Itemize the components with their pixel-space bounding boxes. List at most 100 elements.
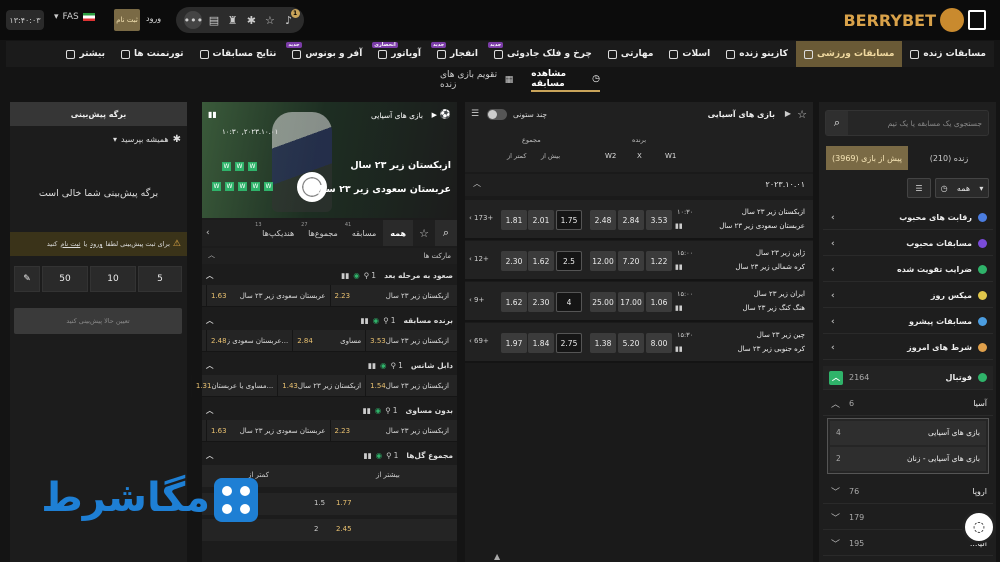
outcome-button[interactable]: عربستان سعودی زیر ۲۳ سال 1.63 bbox=[206, 419, 330, 442]
outcome-button[interactable]: ازبکستان زیر ۲۳ سال 1.54 bbox=[365, 374, 453, 397]
more-markets[interactable]: ‹ 12+ bbox=[469, 255, 489, 263]
odd-w1[interactable]: 1.22 bbox=[646, 251, 672, 271]
tab-live[interactable]: زنده (210) bbox=[908, 146, 990, 170]
sidebar-item[interactable]: شرط های امروز ‹ bbox=[823, 336, 993, 360]
odd-x[interactable]: 5.20 bbox=[618, 333, 644, 353]
outcome-button[interactable]: ازبکستان زیر ۲۳ سال 3.53 bbox=[365, 329, 453, 352]
gift-icon[interactable] bbox=[968, 10, 986, 30]
login-button[interactable]: ورود bbox=[146, 14, 161, 23]
chevron-up-icon[interactable]: ︿ bbox=[208, 250, 215, 260]
outcome-button[interactable]: عربستان سعودی ز... 2.48 bbox=[206, 329, 292, 352]
star-icon[interactable]: ☆ bbox=[413, 227, 435, 240]
more-icon[interactable]: ••• bbox=[184, 11, 203, 29]
market-tab[interactable]: هندیکپ‌ها 13 bbox=[255, 220, 301, 246]
region-item[interactable]: اروپا 76 ﹀ bbox=[823, 480, 993, 504]
nav-item-3[interactable]: اسلات bbox=[661, 41, 718, 67]
chevron-left-icon[interactable]: ‹ bbox=[202, 228, 210, 238]
nav-item-5[interactable]: چرخ و فلک جادوئی جدید bbox=[486, 41, 600, 67]
bell-icon[interactable]: ♪ 1 bbox=[282, 9, 300, 27]
nav-item-4[interactable]: مهارتی bbox=[600, 41, 662, 67]
more-markets[interactable]: ‹ 69+ bbox=[469, 337, 489, 345]
stake-5[interactable]: 5 bbox=[138, 266, 182, 292]
outcome-button[interactable]: ازبکستان زیر ۲۳ سال 1.43 bbox=[277, 374, 365, 397]
collapse-icon[interactable]: ☰ bbox=[471, 109, 479, 119]
multi-column-toggle[interactable] bbox=[487, 109, 507, 120]
search-input[interactable]: جستجوی یک مسابقه یا یک تیم bbox=[888, 119, 982, 128]
tab-watch-match[interactable]: مشاهده مسابقه ◷ bbox=[531, 68, 600, 92]
odd-w2[interactable]: 1.38 bbox=[590, 333, 616, 353]
tab-live-calendar[interactable]: تقویم بازی های زنده ▦ bbox=[440, 68, 513, 92]
odd-w1[interactable]: 1.06 bbox=[646, 292, 672, 312]
star-icon[interactable]: ☆ bbox=[797, 108, 807, 121]
outcome-button[interactable]: عربستان سعودی زیر ۲۳ سال 1.63 bbox=[206, 284, 330, 307]
odd-under[interactable]: 1.97 bbox=[501, 333, 527, 353]
outcome-button[interactable]: ازبکستان زیر ۲۳ سال 2.23 bbox=[329, 419, 454, 442]
match-row[interactable]: چین زیر ۲۳ سال کره جنوبی زیر ۲۳ سال ۱۵:۳۰ ▮… bbox=[465, 323, 813, 363]
sidebar-item[interactable]: رقابت های محبوب ‹ bbox=[823, 206, 993, 230]
outcome-button[interactable]: ازبکستان زیر ۲۳ سال 2.23 bbox=[329, 284, 454, 307]
stake-50[interactable]: 50 bbox=[42, 266, 88, 292]
scroll-up-icon[interactable]: ▲ bbox=[494, 552, 500, 561]
gear-icon[interactable]: ✱ bbox=[244, 13, 258, 27]
accept-odds-select[interactable]: ▾ همیشه بپرسید ✱ bbox=[113, 134, 181, 145]
odd-over[interactable]: 2.30 bbox=[528, 292, 554, 312]
sidebar-item[interactable]: میکس روز ‹ bbox=[823, 284, 993, 308]
odd-w1[interactable]: 8.00 bbox=[646, 333, 672, 353]
filter-all-select[interactable]: ◷ همه ▾ bbox=[935, 178, 989, 198]
market-tab[interactable]: همه bbox=[383, 220, 413, 246]
odd-x[interactable]: 7.20 bbox=[618, 251, 644, 271]
nav-item-9[interactable]: نتایج مسابقات bbox=[192, 41, 285, 67]
odd-under[interactable]: 1.81 bbox=[501, 210, 527, 230]
notice-signup-link[interactable]: ثبت نام bbox=[60, 240, 80, 248]
odd-w2[interactable]: 2.48 bbox=[590, 210, 616, 230]
stats-icon[interactable]: ▮▮ bbox=[208, 110, 217, 119]
sidebar-item[interactable]: ضرایب تقویت شده ‹ bbox=[823, 258, 993, 282]
market-group-header[interactable]: بدون مساوی 1 ⚲ ◉ ▮▮ ︿ bbox=[202, 401, 457, 419]
edit-stake-button[interactable]: ✎ bbox=[14, 266, 40, 292]
odd-w2[interactable]: 25.00 bbox=[590, 292, 616, 312]
nav-item-2[interactable]: کازینو زنده bbox=[718, 41, 796, 67]
search-icon[interactable]: ⌕ bbox=[435, 220, 457, 246]
outcome-button[interactable]: مساوی 2.84 bbox=[292, 329, 365, 352]
place-bet-button[interactable]: تعیین حالا پیش‌بینی کنید bbox=[14, 308, 182, 334]
market-group-header[interactable]: صعود به مرحله بعد 1 ⚲ ◉ ▮▮ ︿ bbox=[202, 266, 457, 284]
nav-item-0[interactable]: مسابقات زنده bbox=[902, 41, 994, 67]
search-box[interactable]: جستجوی یک مسابقه یا یک تیم ⌕ bbox=[825, 110, 989, 136]
star-icon[interactable]: ☆ bbox=[263, 13, 277, 27]
outcome-button[interactable]: مساوی یا عربستان... 1.31 bbox=[190, 374, 277, 397]
date-row[interactable]: ۲۰۲۳.۱۰.۰۱ ︿ bbox=[465, 174, 813, 196]
notice-login-link[interactable]: ورود bbox=[90, 240, 102, 248]
view-toggle-button[interactable]: ☰ bbox=[907, 178, 931, 198]
market-tab[interactable]: مسابقه 41 bbox=[345, 220, 383, 246]
market-group-header[interactable]: دابل شانس 1 ⚲ ◉ ▮▮ ︿ bbox=[202, 356, 457, 374]
chevron-up-icon[interactable]: ︿ bbox=[829, 370, 843, 385]
document-icon[interactable]: ▤ bbox=[207, 13, 221, 27]
chat-button[interactable]: ◌ bbox=[962, 510, 996, 544]
odd-over[interactable]: 1.62 bbox=[528, 251, 554, 271]
sport-football[interactable]: فوتبال 2164 ︿ bbox=[823, 366, 993, 390]
league-item[interactable]: بازی های آسیایی 4 bbox=[830, 421, 986, 445]
nav-item-11[interactable]: بیشتر bbox=[58, 41, 112, 67]
nav-item-7[interactable]: آویاتور انحصاری bbox=[370, 41, 429, 67]
region-asia[interactable]: آسیا 6 ︿ bbox=[823, 392, 993, 416]
market-group-header[interactable]: برنده مسابقه 1 ⚲ ◉ ▮▮ ︿ bbox=[202, 311, 457, 329]
market-tab[interactable]: مجموع‌ها 27 bbox=[301, 220, 345, 246]
brand[interactable]: BERRYBET bbox=[843, 6, 986, 34]
tab-prematch[interactable]: پیش از بازی (3969) bbox=[826, 146, 908, 170]
nav-item-10[interactable]: تورنمنت ها bbox=[113, 41, 192, 67]
sidebar-item[interactable]: مسابقات پیشرو ‹ bbox=[823, 310, 993, 334]
match-row[interactable]: ژاپن زیر ۲۳ سال کره شمالی زیر ۲۳ سال ۱۵:۰۰… bbox=[465, 241, 813, 281]
odd-w1[interactable]: 3.53 bbox=[646, 210, 672, 230]
odd-x[interactable]: 2.84 bbox=[618, 210, 644, 230]
odd-over[interactable]: 1.84 bbox=[528, 333, 554, 353]
more-markets[interactable]: ‹ 173+ bbox=[469, 214, 493, 222]
sidebar-item[interactable]: مسابقات محبوب ‹ bbox=[823, 232, 993, 256]
market-group-header[interactable]: مجموع گل‌ها 1 ⚲ ◉ ▮▮ ︿ bbox=[202, 446, 457, 464]
nav-item-6[interactable]: انفجار جدید bbox=[429, 41, 486, 67]
more-markets[interactable]: ‹ 9+ bbox=[469, 296, 484, 304]
trophy-icon[interactable]: ♜ bbox=[226, 13, 240, 27]
stake-10[interactable]: 10 bbox=[90, 266, 136, 292]
nav-item-1[interactable]: مسابقات ورزشی bbox=[795, 41, 903, 67]
odd-under[interactable]: 1.62 bbox=[501, 292, 527, 312]
match-row[interactable]: ایران زیر ۲۳ سال هنگ کنگ زیر ۲۳ سال ۱۵:۰۰ ▮… bbox=[465, 282, 813, 322]
